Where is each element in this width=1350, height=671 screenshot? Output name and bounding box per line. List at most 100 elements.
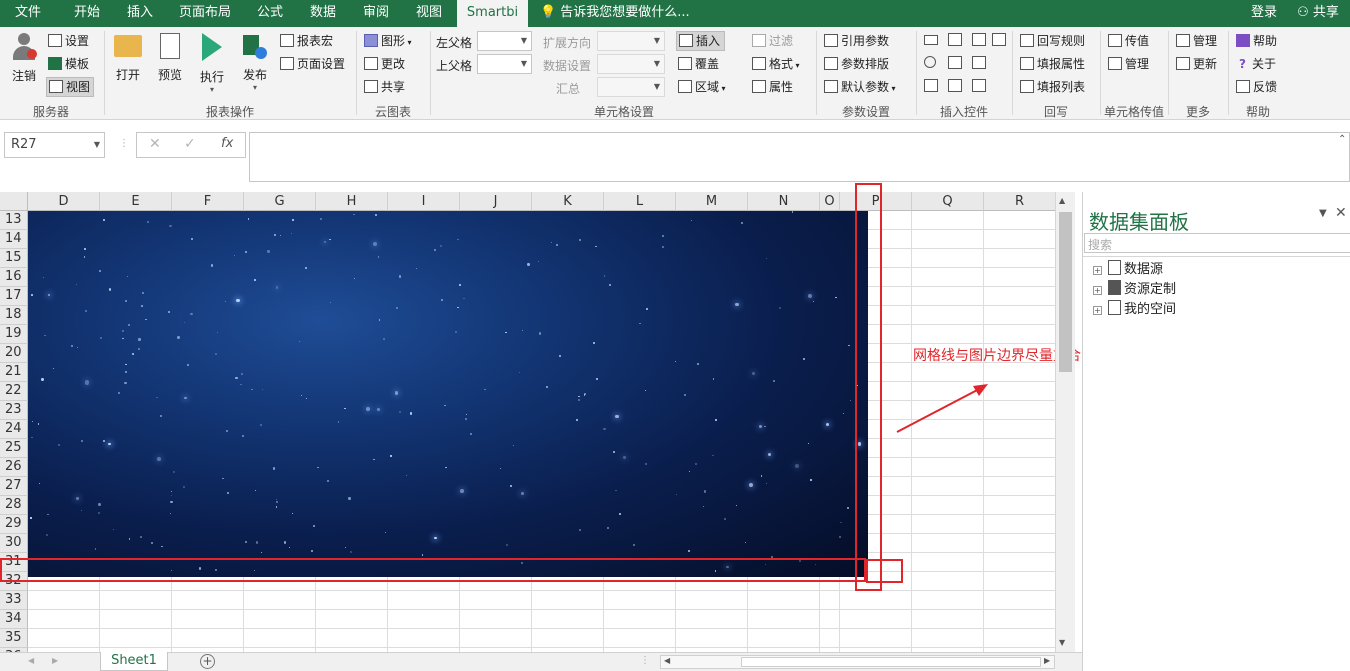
share-button[interactable]: ⚇ 共享 (1288, 0, 1348, 27)
column-header-j[interactable]: J (460, 192, 532, 211)
preview-button[interactable]: 预览 (154, 33, 186, 83)
name-box[interactable]: R27 ▼ (4, 132, 105, 158)
row-header-23[interactable]: 23 (0, 401, 28, 420)
cloud-share-button[interactable]: 共享 (364, 79, 405, 95)
next-sheet-icon[interactable]: ▶ (52, 656, 58, 665)
pass-value-button[interactable]: 传值 (1108, 33, 1149, 49)
row-header-34[interactable]: 34 (0, 610, 28, 629)
publish-button[interactable]: 发布 ▾ (238, 33, 272, 92)
combo-control-icon[interactable] (948, 56, 962, 69)
radio-control-icon[interactable] (924, 56, 936, 68)
column-header-n[interactable]: N (748, 192, 820, 211)
cellval-manage-button[interactable]: 管理 (1108, 56, 1149, 72)
starfield-image[interactable] (28, 211, 868, 577)
column-header-o[interactable]: O (820, 192, 840, 211)
list-control-icon[interactable] (948, 33, 962, 46)
execute-button[interactable]: 执行 ▾ (196, 33, 228, 94)
select-all-corner[interactable] (0, 192, 28, 211)
default-param-button[interactable]: 默认参数 ▾ (824, 79, 896, 97)
expand-icon[interactable]: + (1093, 306, 1102, 315)
row-header-18[interactable]: 18 (0, 306, 28, 325)
scroll-thumb[interactable] (1059, 212, 1072, 372)
column-header-q[interactable]: Q (912, 192, 984, 211)
expand-icon[interactable]: + (1093, 286, 1102, 295)
vertical-scrollbar[interactable]: ▲ ▼ (1055, 192, 1075, 652)
row-header-16[interactable]: 16 (0, 268, 28, 287)
writeback-rule-button[interactable]: 回写规则 (1020, 33, 1085, 49)
row-header-20[interactable]: 20 (0, 344, 28, 363)
column-header-i[interactable]: I (388, 192, 460, 211)
about-button[interactable]: ? 关于 (1236, 56, 1276, 72)
tab-data[interactable]: 数据 (298, 0, 348, 27)
horizontal-scrollbar[interactable]: ◀ ▶ (660, 655, 1055, 669)
expand-icon[interactable]: + (1093, 266, 1102, 275)
checkbox-control-icon[interactable] (924, 79, 938, 92)
confirm-icon[interactable]: ✓ (184, 136, 196, 152)
tab-smartbi[interactable]: Smartbi (457, 0, 528, 27)
collapse-formula-icon[interactable]: ⌃ (1338, 134, 1346, 145)
scroll-right-icon[interactable]: ▶ (1044, 656, 1050, 665)
tree-item-resource-custom[interactable]: + 资源定制 (1093, 280, 1176, 298)
calendar-control-icon[interactable] (992, 33, 1006, 46)
h-scroll-thumb[interactable] (741, 657, 1041, 667)
template-button[interactable]: 模板 (48, 56, 89, 72)
view-button[interactable]: 视图 (46, 77, 95, 97)
param-layout-button[interactable]: 参数排版 (824, 56, 889, 72)
row-header-21[interactable]: 21 (0, 363, 28, 382)
change-button[interactable]: 更改 (364, 56, 405, 72)
grid-control-icon[interactable] (948, 79, 962, 92)
tab-home[interactable]: 开始 (60, 0, 114, 27)
row-header-27[interactable]: 27 (0, 477, 28, 496)
expand-direction-combo[interactable]: ▼ (597, 31, 665, 51)
prev-sheet-icon[interactable]: ◀ (28, 656, 34, 665)
row-header-33[interactable]: 33 (0, 591, 28, 610)
cover-button[interactable]: 覆盖 (678, 56, 719, 72)
fill-list-button[interactable]: 填报列表 (1020, 79, 1085, 95)
tree-control-icon[interactable] (972, 56, 986, 69)
column-header-f[interactable]: F (172, 192, 244, 211)
update-button[interactable]: 更新 (1176, 56, 1217, 72)
row-header-25[interactable]: 25 (0, 439, 28, 458)
insert-button[interactable]: 插入 (676, 31, 726, 51)
row-header-35[interactable]: 35 (0, 629, 28, 648)
fill-attr-button[interactable]: 填报属性 (1020, 56, 1085, 72)
tab-view[interactable]: 视图 (404, 0, 454, 27)
help-button[interactable]: 帮助 (1236, 33, 1277, 49)
label-control-icon[interactable] (972, 79, 986, 92)
scroll-down-icon[interactable]: ▼ (1059, 638, 1065, 647)
macro-button[interactable]: 报表宏 (280, 33, 333, 49)
column-header-r[interactable]: R (984, 192, 1055, 211)
column-header-h[interactable]: H (316, 192, 388, 211)
open-button[interactable]: 打开 (112, 35, 144, 83)
row-header-19[interactable]: 19 (0, 325, 28, 344)
area-button[interactable]: 区域 ▾ (678, 79, 726, 97)
function-icon[interactable]: fx (221, 136, 233, 151)
more-manage-button[interactable]: 管理 (1176, 33, 1217, 49)
settings-button[interactable]: 设置 (48, 33, 89, 49)
format-button[interactable]: 格式 ▾ (752, 56, 800, 74)
cancel-icon[interactable]: ✕ (149, 136, 161, 152)
sheet-tab-sheet1[interactable]: Sheet1 (100, 652, 168, 671)
panel-menu-icon[interactable]: ▼ (1319, 208, 1327, 219)
row-header-15[interactable]: 15 (0, 249, 28, 268)
tree-item-datasource[interactable]: + 数据源 (1093, 260, 1163, 278)
top-parent-combo[interactable]: ▼ (477, 54, 532, 74)
row-header-28[interactable]: 28 (0, 496, 28, 515)
data-settings-combo[interactable]: ▼ (597, 54, 665, 74)
column-header-k[interactable]: K (532, 192, 604, 211)
logout-button[interactable]: 注销 (6, 33, 42, 84)
chart-button[interactable]: 图形 ▾ (364, 33, 412, 51)
summary-combo[interactable]: ▼ (597, 77, 665, 97)
table-control-icon[interactable] (972, 33, 986, 46)
formula-input[interactable] (249, 132, 1350, 182)
column-header-l[interactable]: L (604, 192, 676, 211)
left-parent-combo[interactable]: ▼ (477, 31, 532, 51)
tab-page-layout[interactable]: 页面布局 (168, 0, 242, 27)
login-button[interactable]: 登录 (1246, 0, 1282, 27)
row-header-13[interactable]: 13 (0, 211, 28, 230)
row-header-22[interactable]: 22 (0, 382, 28, 401)
row-header-29[interactable]: 29 (0, 515, 28, 534)
row-header-30[interactable]: 30 (0, 534, 28, 553)
panel-close-icon[interactable]: ✕ (1335, 205, 1347, 221)
column-header-m[interactable]: M (676, 192, 748, 211)
